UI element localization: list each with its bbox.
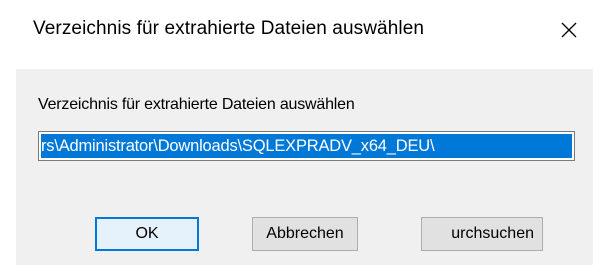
cancel-button[interactable]: Abbrechen xyxy=(252,217,358,251)
dialog-body: Verzeichnis für extrahierte Dateien ausw… xyxy=(16,69,593,265)
folder-prompt-label: Verzeichnis für extrahierte Dateien ausw… xyxy=(38,96,355,113)
title-bar: Verzeichnis für extrahierte Dateien ausw… xyxy=(0,0,593,64)
extract-folder-dialog: Verzeichnis für extrahierte Dateien ausw… xyxy=(0,0,593,265)
close-button[interactable] xyxy=(545,8,593,52)
window-title: Verzeichnis für extrahierte Dateien ausw… xyxy=(33,18,425,39)
browse-button[interactable]: urchsuchen xyxy=(421,217,543,251)
extract-path-input[interactable]: rs\Administrator\Downloads\SQLEXPRADV_x6… xyxy=(38,131,575,161)
ok-button[interactable]: OK xyxy=(95,217,199,251)
close-icon xyxy=(560,21,578,39)
selected-path-text[interactable]: rs\Administrator\Downloads\SQLEXPRADV_x6… xyxy=(41,134,572,158)
